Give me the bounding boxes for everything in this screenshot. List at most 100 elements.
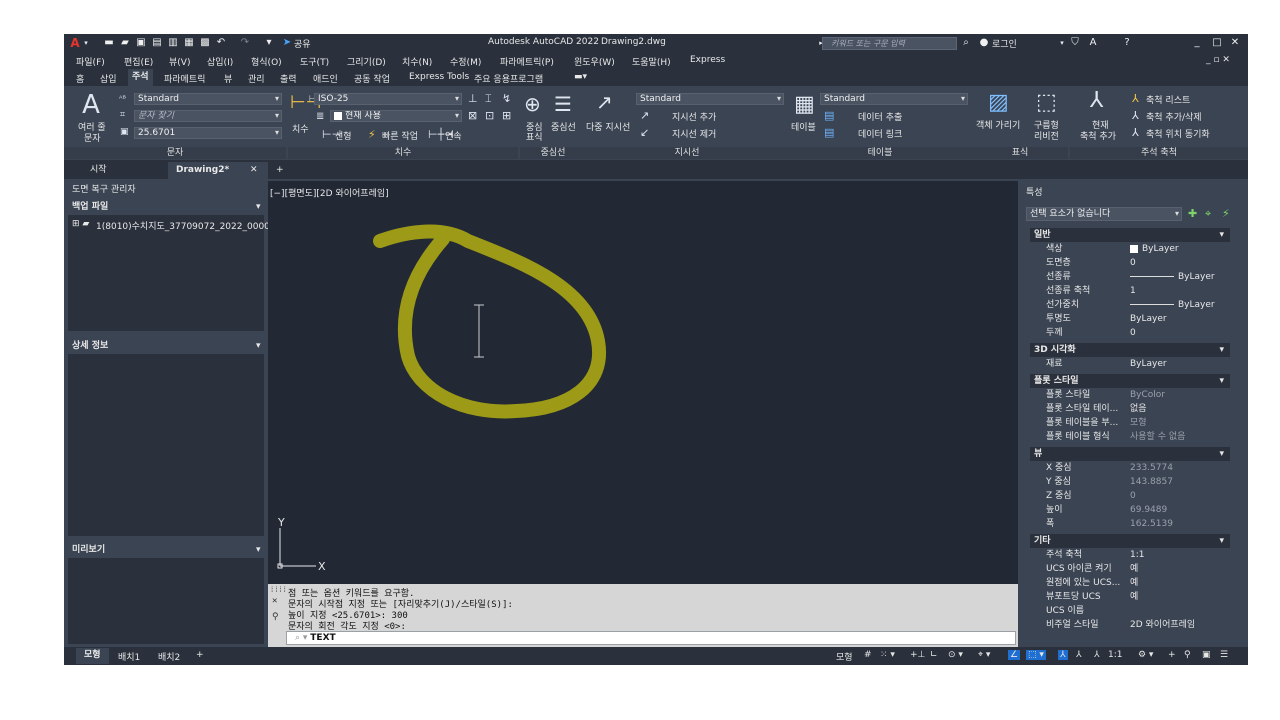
quick-dim-icon[interactable]: ⚡ bbox=[368, 129, 376, 140]
add-leader-icon[interactable]: ↗ bbox=[640, 110, 649, 121]
wipeout-label[interactable]: 객체 가리기 bbox=[976, 118, 1020, 131]
share-label[interactable]: 공유 bbox=[294, 37, 311, 50]
tab-layout2[interactable]: 배치2 bbox=[158, 650, 180, 663]
ortho-icon[interactable]: ∟ bbox=[930, 650, 938, 660]
auto-scale-icon[interactable]: ⅄ bbox=[1076, 650, 1082, 660]
prop-row[interactable]: 플롯 테이블을 부... 모형 bbox=[1030, 416, 1230, 430]
menu-tools[interactable]: 도구(T) bbox=[300, 55, 329, 68]
selection-combo[interactable]: 선택 요소가 없습니다 bbox=[1026, 207, 1182, 221]
add-leader-label[interactable]: 지시선 추가 bbox=[672, 110, 716, 123]
hardware-accel-icon[interactable]: ⚲ bbox=[1184, 650, 1191, 660]
object-snap-icon[interactable]: ⬚ ▾ bbox=[1026, 650, 1046, 660]
polar-icon[interactable]: ⊙ ▾ bbox=[948, 650, 963, 660]
backup-files-header[interactable]: 백업 파일 bbox=[68, 200, 264, 214]
centerline-label[interactable]: 중심선 bbox=[551, 120, 576, 133]
extract-data-icon[interactable]: ▤ bbox=[824, 110, 834, 121]
revcloud-label-2[interactable]: 리비전 bbox=[1034, 129, 1059, 142]
print-icon[interactable]: ▩ bbox=[200, 38, 210, 48]
tab-addins[interactable]: 애드인 bbox=[313, 72, 338, 85]
annotation-scale-status-icon[interactable]: ⅄ bbox=[1094, 650, 1100, 660]
menu-edit[interactable]: 편집(E) bbox=[124, 55, 153, 68]
prop-row[interactable]: 플롯 스타일 ByColor bbox=[1030, 388, 1230, 402]
user-icon[interactable]: ● bbox=[979, 38, 989, 48]
prop-row[interactable]: 선가중치 ByLayer bbox=[1030, 298, 1230, 312]
tab-collaborate[interactable]: 공동 작업 bbox=[354, 72, 390, 85]
dim-layer-combo[interactable]: 현재 사용 bbox=[330, 110, 462, 122]
linear-label[interactable]: 선형 bbox=[335, 129, 352, 142]
restore-doc-icon[interactable]: _ ▫ ✕ bbox=[1206, 55, 1230, 65]
chevron-down-icon[interactable]: ▾ bbox=[256, 202, 261, 212]
menu-help[interactable]: 도움말(H) bbox=[632, 55, 671, 68]
undo-icon[interactable]: ↶ bbox=[216, 38, 226, 48]
grid-icon[interactable]: # bbox=[864, 650, 872, 660]
chevron-down-icon[interactable]: ▾ bbox=[256, 545, 261, 555]
tab-home[interactable]: 홈 bbox=[76, 72, 84, 85]
extract-data-label[interactable]: 데이터 추출 bbox=[858, 110, 902, 123]
tab-output[interactable]: 출력 bbox=[280, 72, 297, 85]
mtext-label-2[interactable]: 문자 bbox=[84, 131, 101, 144]
text-height-combo[interactable]: 25.6701 bbox=[134, 127, 282, 139]
close-command-icon[interactable]: ✕ bbox=[272, 596, 277, 606]
centerline-icon[interactable]: ☰ bbox=[554, 94, 572, 114]
remove-leader-icon[interactable]: ↙ bbox=[640, 127, 649, 138]
chevron-down-icon[interactable]: ▾ bbox=[1057, 38, 1067, 48]
help-icon[interactable]: ? bbox=[1122, 38, 1132, 48]
dimension-label[interactable]: 치수 bbox=[292, 122, 309, 135]
sync-scale-icon[interactable]: ⅄ bbox=[1132, 127, 1139, 138]
remove-leader-label[interactable]: 지시선 제거 bbox=[672, 127, 716, 140]
leaders-panel-title[interactable]: 지시선 bbox=[586, 147, 788, 159]
menu-format[interactable]: 형식(O) bbox=[251, 55, 282, 68]
prop-row[interactable]: UCS 아이콘 켜기 예 bbox=[1030, 562, 1230, 576]
table-label[interactable]: 테이블 bbox=[791, 120, 816, 133]
prop-row[interactable]: Y 중심 143.8857 bbox=[1030, 475, 1230, 489]
dim-inspect-icon[interactable]: ⊠ bbox=[468, 110, 477, 121]
annotation-scaling-panel-title[interactable]: 주석 축척 bbox=[1070, 147, 1248, 159]
search-icon[interactable]: ⌕ bbox=[961, 38, 971, 48]
prop-row[interactable]: 선종류 ByLayer bbox=[1030, 270, 1230, 284]
select-objects-icon[interactable]: ⌖ bbox=[1205, 208, 1211, 219]
multiline-text-icon[interactable]: A bbox=[80, 92, 102, 118]
plot-save-icon[interactable]: ▦ bbox=[184, 38, 194, 48]
find-text-input[interactable]: 문자 찾기 bbox=[134, 110, 282, 122]
tab-express-tools[interactable]: Express Tools bbox=[409, 72, 469, 82]
table-style-combo[interactable]: Standard bbox=[820, 93, 968, 105]
menu-express[interactable]: Express bbox=[690, 55, 725, 65]
cart-icon[interactable]: ⛉ bbox=[1070, 38, 1080, 48]
dim-style-combo[interactable]: ISO-25 bbox=[314, 93, 462, 105]
prop-row[interactable]: 재료 ByLayer bbox=[1030, 357, 1230, 371]
menu-dimension[interactable]: 치수(N) bbox=[402, 55, 432, 68]
tab-parametric[interactable]: 파라메트릭 bbox=[164, 72, 205, 85]
share-icon[interactable]: ➤ bbox=[282, 38, 292, 48]
prop-row[interactable]: 두께 0 bbox=[1030, 326, 1230, 340]
folder-icon[interactable]: ⊞ ▰ bbox=[72, 219, 89, 229]
toggle-pickadd-icon[interactable]: ✚ bbox=[1188, 208, 1197, 219]
prop-row[interactable]: 뷰포트당 UCS 예 bbox=[1030, 590, 1230, 604]
centerlines-panel-title[interactable]: 중심선 bbox=[520, 147, 586, 159]
ribbon-toggle-icon[interactable]: ▬▾ bbox=[574, 72, 587, 82]
command-input[interactable]: ⌕ ▾ TEXT bbox=[286, 631, 1016, 645]
sync-scale-label[interactable]: 축척 위치 동기화 bbox=[1146, 127, 1210, 140]
annotation-scale-value[interactable]: 1:1 bbox=[1108, 650, 1122, 660]
section-3d-visualization[interactable]: 3D 시각화 bbox=[1030, 343, 1230, 357]
minimize-icon[interactable]: _ bbox=[1192, 38, 1202, 48]
login-label[interactable]: 로그인 bbox=[992, 37, 1017, 50]
revcloud-icon[interactable]: ⬚ bbox=[1036, 92, 1057, 114]
prop-row[interactable]: Z 중심 0 bbox=[1030, 489, 1230, 503]
new-file-icon[interactable]: ▬ bbox=[104, 38, 114, 48]
multileader-icon[interactable]: ↗ bbox=[596, 92, 613, 112]
maximize-icon[interactable]: □ bbox=[1212, 38, 1222, 48]
add-layout-icon[interactable]: + bbox=[196, 650, 204, 660]
scale-add-delete-icon[interactable]: ⅄ bbox=[1132, 110, 1139, 121]
chevron-down-icon[interactable]: ▾ bbox=[256, 341, 261, 351]
quick-select-icon[interactable]: ⚡ bbox=[1222, 208, 1230, 219]
snap-icon[interactable]: ⁙ ▾ bbox=[880, 650, 895, 660]
clean-screen-icon[interactable]: ▣ bbox=[1202, 650, 1211, 660]
continue-label[interactable]: 연속 bbox=[445, 129, 462, 142]
tables-panel-title[interactable]: 테이블 bbox=[788, 147, 972, 159]
menu-file[interactable]: 파일(F) bbox=[76, 55, 105, 68]
tab-view[interactable]: 뷰 bbox=[224, 72, 232, 85]
redo-icon[interactable]: ↷ bbox=[240, 38, 250, 48]
preview-header[interactable]: 미리보기 bbox=[68, 543, 264, 557]
dim-space-icon[interactable]: ⌶ bbox=[485, 93, 492, 104]
prop-row[interactable]: 도면층 0 bbox=[1030, 256, 1230, 270]
